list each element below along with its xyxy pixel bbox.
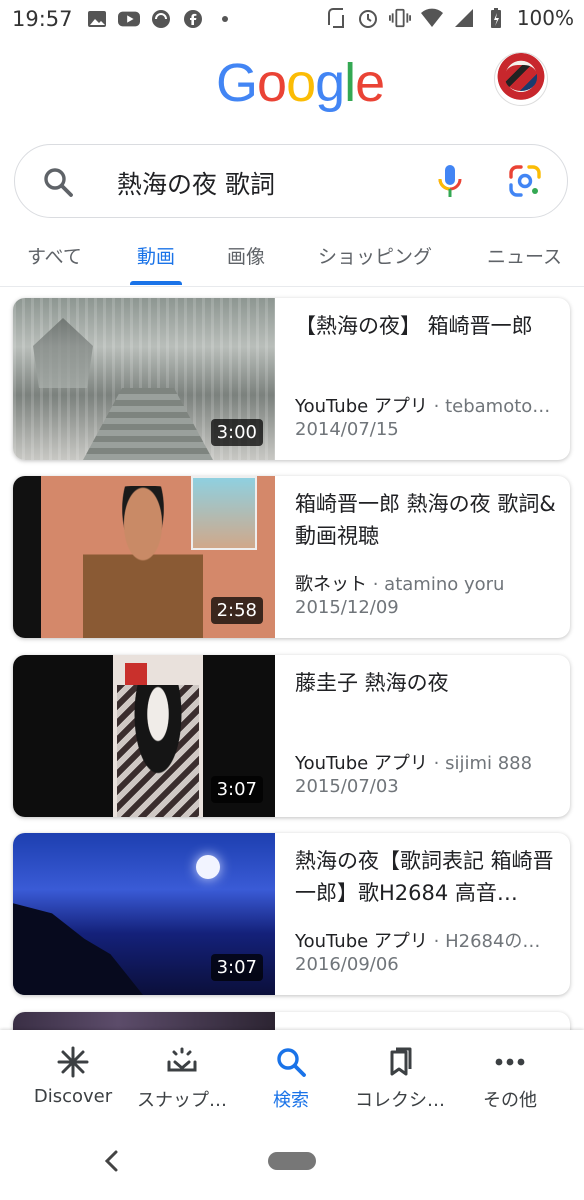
- more-icon: [494, 1046, 526, 1078]
- tab-all[interactable]: すべて: [27, 242, 82, 269]
- logo-letter: l: [344, 53, 356, 113]
- search-icon: [275, 1046, 307, 1078]
- google-logo: Google: [216, 52, 385, 114]
- nav-label: スナップ…: [137, 1090, 227, 1111]
- status-time: 19:57: [12, 7, 73, 31]
- nav-collections[interactable]: コレクシ…: [345, 1030, 455, 1122]
- video-duration: 3:07: [210, 776, 263, 803]
- logo-letter: G: [216, 53, 258, 113]
- channel-name: · tebamoto…: [427, 396, 551, 417]
- snapshot-icon: [166, 1046, 198, 1078]
- app-icon: [150, 8, 172, 30]
- logo-letter: g: [315, 53, 345, 113]
- video-date: 2015/12/09: [295, 597, 399, 618]
- logo-letter: e: [355, 53, 385, 113]
- logo-letter: o: [286, 53, 316, 113]
- battery-icon: [485, 7, 507, 29]
- video-result[interactable]: 3:07 熱海の夜【歌詞表記 箱崎晋一郎】歌H2684 高音… YouTube …: [13, 833, 570, 995]
- video-result[interactable]: 3:00 【熱海の夜】 箱崎晋一郎 YouTube アプリ · tebamoto…: [13, 298, 570, 460]
- video-date: 2014/07/15: [295, 419, 399, 440]
- bookmark-icon: [384, 1046, 416, 1078]
- active-tab-indicator: [130, 281, 182, 285]
- lens-icon[interactable]: [507, 163, 543, 199]
- video-thumbnail[interactable]: 3:07: [13, 655, 275, 817]
- source-name: YouTube アプリ: [295, 931, 428, 952]
- video-duration: 2:58: [210, 597, 263, 624]
- tab-videos[interactable]: 動画: [137, 242, 175, 269]
- nfc-icon: [325, 7, 347, 29]
- tab-news[interactable]: ニュース: [487, 242, 562, 269]
- nav-label: コレクシ…: [355, 1090, 445, 1111]
- youtube-icon: [118, 8, 140, 30]
- video-thumbnail[interactable]: 3:07: [13, 833, 275, 995]
- video-source: YouTube アプリ · H2684の…: [295, 927, 557, 953]
- tab-shopping[interactable]: ショッピング: [318, 242, 432, 269]
- avatar[interactable]: [494, 52, 548, 106]
- search-icon: [41, 165, 75, 199]
- logo-letter: o: [257, 53, 287, 113]
- bottom-navigation: Discover スナップ… 検索 コレクシ… その他: [0, 1030, 584, 1122]
- video-result[interactable]: 2:58 箱崎晋一郎 熱海の夜 歌詞&動画視聴 歌ネット · atamino y…: [13, 476, 570, 638]
- search-tabs: すべて 動画 画像 ショッピング ニュース: [0, 228, 584, 287]
- search-input[interactable]: 熱海の夜 歌詞: [117, 165, 275, 201]
- video-title[interactable]: 熱海の夜【歌詞表記 箱崎晋一郎】歌H2684 高音…: [295, 845, 557, 909]
- video-thumbnail[interactable]: 3:00: [13, 298, 275, 460]
- system-navigation: [0, 1122, 584, 1200]
- home-pill[interactable]: [268, 1152, 316, 1170]
- video-title[interactable]: 【熱海の夜】 箱崎晋一郎: [295, 310, 557, 342]
- nav-more[interactable]: その他: [455, 1030, 565, 1122]
- alarm-icon: [357, 7, 379, 29]
- source-name: 歌ネット: [295, 574, 367, 595]
- tab-images[interactable]: 画像: [227, 242, 265, 269]
- status-bar: 19:57 100%: [0, 0, 584, 40]
- nav-label: 検索: [273, 1090, 309, 1111]
- asterisk-icon: [57, 1046, 89, 1078]
- mic-icon[interactable]: [433, 163, 467, 201]
- search-box[interactable]: 熱海の夜 歌詞: [14, 144, 568, 218]
- video-date: 2016/09/06: [295, 954, 399, 975]
- nav-label: その他: [483, 1090, 537, 1111]
- video-source: YouTube アプリ · tebamoto…: [295, 392, 557, 418]
- battery-percent: 100%: [516, 6, 574, 30]
- nav-search[interactable]: 検索: [236, 1030, 346, 1122]
- video-source: YouTube アプリ · sijimi 888: [295, 749, 557, 775]
- video-thumbnail[interactable]: 2:58: [13, 476, 275, 638]
- vibrate-icon: [388, 7, 411, 29]
- video-title[interactable]: 藤圭子 熱海の夜: [295, 667, 557, 699]
- source-name: YouTube アプリ: [295, 753, 428, 774]
- channel-name: · atamino yoru: [367, 574, 505, 595]
- back-icon[interactable]: [100, 1148, 124, 1174]
- nav-snapshot[interactable]: スナップ…: [127, 1030, 237, 1122]
- video-duration: 3:00: [210, 419, 263, 446]
- video-duration: 3:07: [210, 954, 263, 981]
- video-date: 2015/07/03: [295, 776, 399, 797]
- channel-name: · sijimi 888: [427, 753, 533, 774]
- nav-discover[interactable]: Discover: [18, 1030, 128, 1122]
- source-name: YouTube アプリ: [295, 396, 428, 417]
- video-source: 歌ネット · atamino yoru: [295, 570, 557, 596]
- video-title[interactable]: 箱崎晋一郎 熱海の夜 歌詞&動画視聴: [295, 488, 557, 552]
- dot-icon: [214, 8, 236, 30]
- wifi-icon: [420, 7, 443, 29]
- video-result[interactable]: 3:07 藤圭子 熱海の夜 YouTube アプリ · sijimi 888 2…: [13, 655, 570, 817]
- gallery-icon: [86, 8, 108, 30]
- signal-icon: [453, 7, 475, 29]
- nav-label: Discover: [33, 1086, 113, 1107]
- channel-name: · H2684の…: [427, 931, 541, 952]
- facebook-icon: [182, 8, 204, 30]
